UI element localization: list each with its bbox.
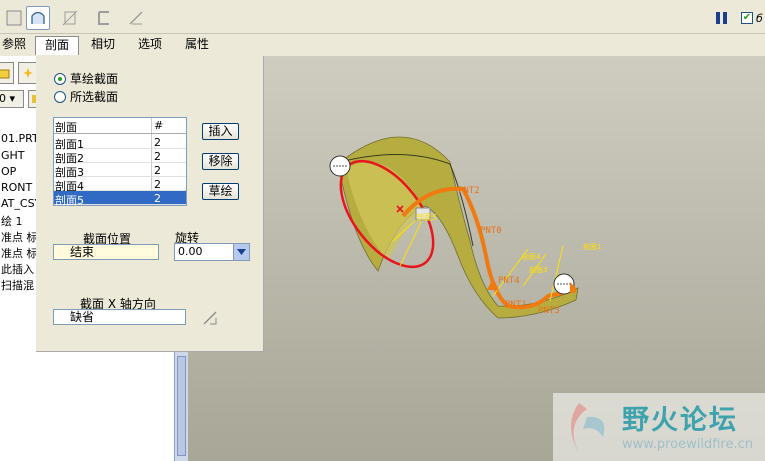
tree-item[interactable]: 准点 标 [1, 229, 38, 245]
watermark-title: 野火论坛 [622, 405, 738, 436]
label-pnt4: PNT4 [498, 276, 520, 286]
label-pnt2: PNT2 [458, 186, 480, 196]
tree-item[interactable]: 01.PRT [1, 132, 39, 145]
table-header: 剖面 # [54, 118, 186, 134]
flip-direction-icon[interactable] [201, 309, 219, 327]
label-section4: 剖面4 [522, 252, 541, 261]
table-row[interactable]: 剖面4 2 [54, 177, 186, 193]
tab-sections[interactable]: 剖面 [35, 36, 79, 55]
tree-item[interactable]: GHT [1, 149, 25, 162]
pause-icon[interactable] [716, 12, 727, 24]
section-location-field[interactable]: 结束 [53, 244, 159, 260]
rotation-combobox[interactable]: 0.00 [174, 243, 250, 261]
scrollbar-thumb[interactable] [177, 356, 186, 456]
tab-options[interactable]: 选项 [131, 36, 169, 55]
table-row[interactable]: 剖面1 2 [54, 135, 186, 151]
tab-bar: 参照 剖面 相切 选项 属性 [0, 34, 765, 56]
tree-view-button[interactable] [0, 62, 14, 84]
tree-settings-dropdown[interactable]: 0 ▾ [0, 90, 24, 108]
dashboard-toolbar: ✔ б [0, 0, 765, 34]
tree-item[interactable]: 此插入 [1, 261, 34, 277]
radio-button[interactable] [54, 72, 66, 85]
solid-sweep-icon[interactable] [2, 6, 26, 30]
tab-tangency[interactable]: 相切 [84, 36, 122, 55]
label-section3: 剖面3 [529, 265, 547, 274]
surface-sweep-icon[interactable] [26, 6, 50, 30]
tab-references[interactable]: 参照 [0, 36, 28, 55]
label-section1: 剖面1 [583, 242, 601, 251]
radio-sketched-sections[interactable]: 草绘截面 [54, 70, 118, 87]
sketch-button[interactable]: 草绘 [202, 183, 239, 200]
tree-scrollbar[interactable] [174, 352, 188, 461]
label-section5: 剖面5 [416, 212, 437, 222]
x-axis-direction-field[interactable]: 缺省 [53, 309, 186, 325]
table-row[interactable]: 剖面2 2 [54, 149, 186, 165]
tree-item[interactable]: OP [1, 165, 16, 178]
edit-icon[interactable] [124, 6, 148, 30]
watermark-url: www.proewildfire.cn [622, 437, 753, 452]
table-row-selected[interactable]: 剖面5 2 [54, 191, 186, 207]
insert-button[interactable]: 插入 [202, 123, 239, 140]
remove-button[interactable]: 移除 [202, 153, 239, 170]
tree-filter-button[interactable] [18, 62, 38, 84]
label-pnt0: PNT0 [480, 226, 502, 236]
tree-item[interactable]: RONT [1, 181, 32, 194]
radio-selected-sections[interactable]: 所选截面 [54, 88, 118, 105]
label-pnt3: PNT3 [538, 306, 560, 316]
tab-properties[interactable]: 属性 [178, 36, 216, 55]
chevron-down-icon[interactable] [233, 244, 249, 260]
sections-panel: 草绘截面 所选截面 剖面 # 剖面1 2 剖面2 2 剖面3 2 剖面4 2 剖… [36, 56, 264, 352]
preview-label: б [756, 12, 763, 25]
thicken-icon[interactable] [92, 6, 116, 30]
preview-checkbox[interactable]: ✔ [741, 12, 753, 24]
tree-item[interactable]: 扫描混 [1, 277, 34, 293]
sections-table: 剖面 # 剖面1 2 剖面2 2 剖面3 2 剖面4 2 剖面5 2 [53, 117, 187, 207]
label-pnt1: PNT1 [505, 300, 527, 310]
tree-item[interactable]: 绘 1 [1, 213, 23, 229]
remove-material-icon[interactable] [58, 6, 82, 30]
tree-item[interactable]: 准点 标 [1, 245, 38, 261]
radio-button[interactable] [54, 90, 66, 103]
table-row[interactable]: 剖面3 2 [54, 163, 186, 179]
